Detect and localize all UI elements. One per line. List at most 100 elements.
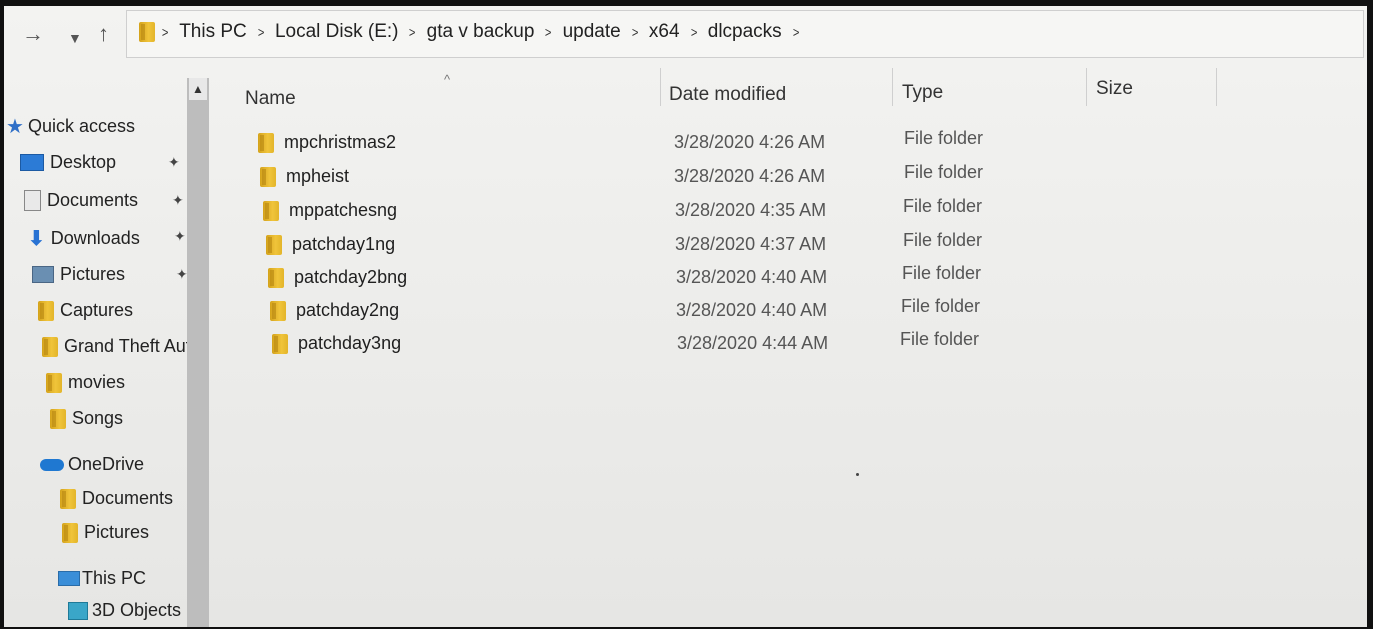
chevron-down-icon[interactable]: ▼ [68, 24, 82, 52]
file-list: ^ Name Date modified Type Size mpchristm… [214, 66, 1367, 627]
sidebar-item-quick-access[interactable]: ★ Quick access [6, 114, 135, 139]
file-name-text: mpheist [286, 166, 350, 186]
sidebar-item-this-pc[interactable]: This PC [58, 568, 146, 589]
file-type: File folder [901, 296, 981, 316]
column-divider[interactable] [1086, 68, 1087, 106]
file-name-text: patchday3ng [298, 333, 402, 353]
file-row[interactable]: patchday2ng 3/28/2020 4:40 AM File folde… [214, 296, 1194, 326]
file-name: patchday3ng [272, 333, 401, 354]
chevron-right-icon[interactable]: > [788, 24, 804, 40]
sidebar-item-label: Documents [82, 488, 174, 508]
sidebar-item-grand-theft-auto[interactable]: Grand Theft Auto [42, 336, 202, 357]
folder-icon [270, 300, 286, 321]
file-name: mpchristmas2 [258, 132, 396, 153]
sidebar-item-movies[interactable]: movies [46, 372, 125, 393]
file-name-text: mppatchesng [289, 200, 398, 220]
sidebar-item-label: Grand Theft Auto [64, 336, 201, 356]
chevron-right-icon[interactable]: > [253, 24, 269, 40]
sidebar-item-onedrive-documents[interactable]: Documents [60, 488, 173, 509]
address-bar[interactable]: > This PC > Local Disk (E:) > gta v back… [126, 10, 1364, 58]
folder-icon [258, 132, 274, 153]
document-icon [24, 190, 41, 211]
folder-icon [263, 200, 279, 221]
column-divider[interactable] [660, 68, 661, 106]
breadcrumb-update[interactable]: update [559, 21, 625, 43]
sidebar-item-label: Downloads [50, 228, 140, 248]
sidebar-item-onedrive-pictures[interactable]: Pictures [62, 522, 149, 543]
sidebar-item-captures[interactable]: Captures [38, 300, 133, 321]
file-type: File folder [900, 329, 980, 349]
column-header-name[interactable]: Name [245, 88, 296, 110]
file-name: patchday2ng [270, 300, 399, 321]
breadcrumb-this-pc[interactable]: This PC [175, 21, 251, 43]
file-row[interactable]: mpchristmas2 3/28/2020 4:26 AM File fold… [214, 128, 1194, 158]
pin-icon[interactable]: ✦ [174, 228, 186, 245]
sidebar-item-label: OneDrive [68, 454, 145, 474]
sidebar-item-label: This PC [82, 568, 147, 588]
folder-icon [62, 522, 78, 543]
file-date: 3/28/2020 4:44 AM [677, 333, 829, 353]
file-name-text: mpchristmas2 [284, 132, 397, 152]
chevron-right-icon[interactable]: > [405, 24, 421, 40]
download-icon: ⬇ [28, 228, 45, 250]
pin-icon[interactable]: ✦ [172, 192, 184, 209]
folder-icon [268, 267, 284, 288]
file-row[interactable]: patchday1ng 3/28/2020 4:37 AM File folde… [214, 230, 1194, 260]
file-date: 3/28/2020 4:40 AM [676, 300, 828, 320]
folder-icon [266, 234, 282, 255]
file-row[interactable]: patchday2bng 3/28/2020 4:40 AM File fold… [214, 263, 1194, 293]
chevron-right-icon[interactable]: > [686, 24, 702, 40]
column-divider[interactable] [892, 68, 893, 106]
computer-icon [58, 571, 80, 586]
sidebar-item-documents[interactable]: Documents [24, 190, 138, 211]
file-row[interactable]: mpheist 3/28/2020 4:26 AM File folder [214, 162, 1194, 192]
breadcrumb: > This PC > Local Disk (E:) > gta v back… [139, 21, 806, 43]
dust-speck [856, 473, 859, 476]
file-explorer-window: → ▼ ↑ > This PC > Local Disk (E:) > gta … [4, 6, 1367, 627]
file-name: mppatchesng [263, 200, 397, 221]
cube-icon [68, 601, 88, 620]
column-header-type[interactable]: Type [902, 82, 943, 104]
pin-icon[interactable]: ✦ [168, 154, 180, 171]
breadcrumb-local-disk[interactable]: Local Disk (E:) [271, 21, 403, 43]
chevron-right-icon[interactable]: > [540, 24, 556, 40]
folder-icon [50, 408, 66, 429]
file-name: mpheist [260, 166, 349, 187]
sidebar-item-pictures[interactable]: Pictures [32, 264, 125, 285]
sidebar-item-label: Documents [47, 190, 139, 210]
file-row[interactable]: patchday3ng 3/28/2020 4:44 AM File folde… [214, 329, 1194, 359]
pictures-icon [32, 266, 54, 283]
sidebar-item-onedrive[interactable]: OneDrive [40, 454, 144, 475]
folder-icon [60, 488, 76, 509]
folder-icon [46, 372, 62, 393]
back-arrow-icon[interactable]: → [22, 20, 44, 48]
file-name-text: patchday2ng [296, 300, 400, 320]
scroll-up-icon[interactable]: ▲ [189, 78, 207, 100]
breadcrumb-gta-v-backup[interactable]: gta v backup [423, 21, 539, 43]
up-arrow-icon[interactable]: ↑ [98, 20, 109, 48]
navigation-bar: → ▼ ↑ > This PC > Local Disk (E:) > gta … [4, 6, 1367, 64]
pin-icon[interactable]: ✦ [176, 266, 188, 283]
file-type: File folder [903, 196, 983, 216]
file-name: patchday2bng [268, 267, 407, 288]
breadcrumb-dlcpacks[interactable]: dlcpacks [704, 21, 786, 43]
sidebar-item-desktop[interactable]: Desktop [20, 152, 116, 173]
file-name: patchday1ng [266, 234, 395, 255]
sidebar-item-3d-objects[interactable]: 3D Objects [68, 600, 181, 621]
column-header-date-modified[interactable]: Date modified [669, 84, 786, 106]
breadcrumb-x64[interactable]: x64 [645, 21, 684, 43]
desktop-icon [20, 154, 44, 171]
column-header-size[interactable]: Size [1096, 78, 1133, 100]
sidebar-scrollbar[interactable] [187, 78, 209, 627]
sidebar-item-label: 3D Objects [92, 600, 182, 620]
folder-icon [260, 166, 276, 187]
sidebar-item-label: Songs [72, 408, 124, 428]
chevron-right-icon[interactable]: > [627, 24, 643, 40]
sidebar-item-downloads[interactable]: ⬇ Downloads [28, 226, 140, 251]
folder-icon [38, 300, 54, 321]
sidebar-item-songs[interactable]: Songs [50, 408, 123, 429]
file-type: File folder [903, 230, 983, 250]
column-divider[interactable] [1216, 68, 1217, 106]
file-row[interactable]: mppatchesng 3/28/2020 4:35 AM File folde… [214, 196, 1194, 226]
navigation-pane: ★ Quick access Desktop ✦ Documents ✦ ⬇ D… [4, 66, 209, 626]
